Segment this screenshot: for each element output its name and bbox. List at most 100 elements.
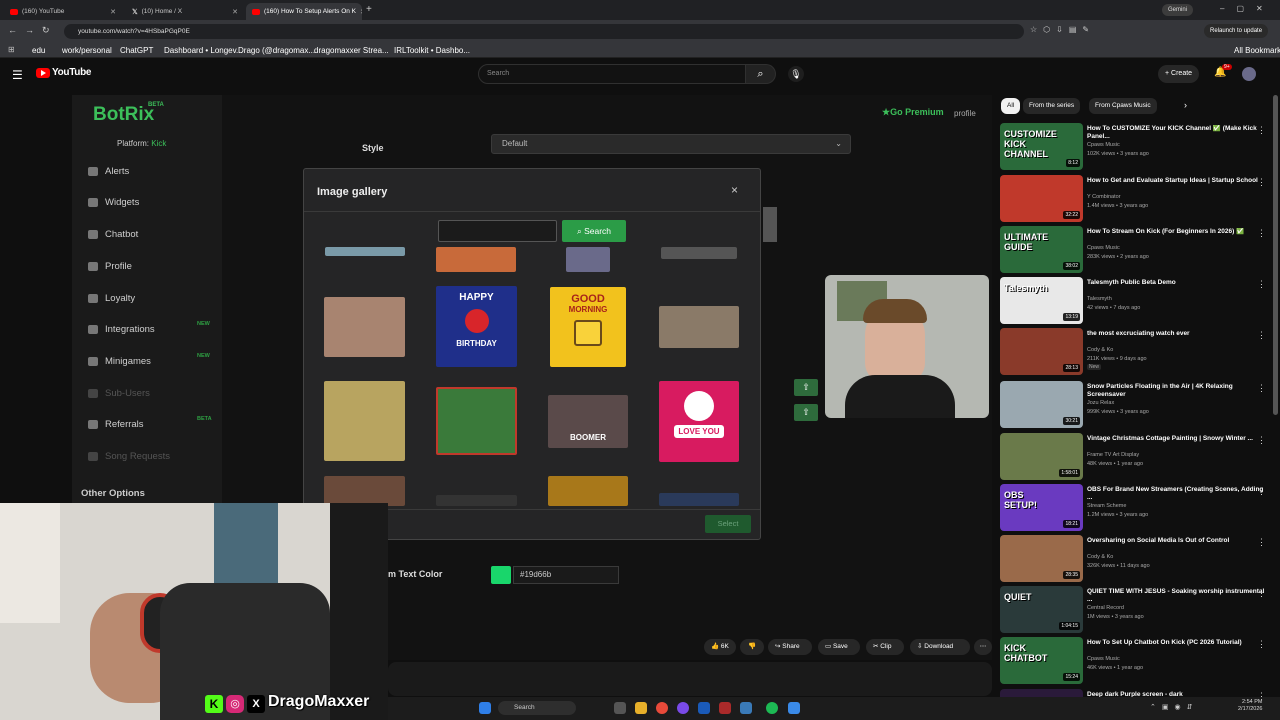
close-icon[interactable]: ×: [731, 183, 738, 197]
close-icon[interactable]: ✕: [232, 8, 238, 16]
all-bookmarks[interactable]: All Bookmarks: [1234, 46, 1280, 55]
dislike-button[interactable]: 👎: [740, 639, 764, 655]
tab-youtube-home[interactable]: (160) YouTube ✕: [4, 3, 122, 20]
video-title[interactable]: QUIET TIME WITH JESUS - Soaking worship …: [1087, 588, 1265, 604]
bookmark-item[interactable]: IRLToolkit • Dashbo...: [394, 46, 470, 55]
more-vert-icon[interactable]: ⋮: [1257, 383, 1266, 394]
app-icon[interactable]: [719, 702, 731, 714]
task-view-icon[interactable]: [614, 702, 626, 714]
sidebar-item-alerts[interactable]: Alerts: [88, 166, 129, 177]
bookmark-item[interactable]: Dashboard • Longev...: [164, 46, 243, 55]
related-video[interactable]: 1:58:01 Vintage Christmas Cottage Paintin…: [1000, 433, 1270, 481]
sidebar-item-widgets[interactable]: Widgets: [88, 197, 139, 208]
channel-name[interactable]: Jozu Relax: [1087, 400, 1114, 406]
gallery-image[interactable]: [324, 297, 405, 357]
description-box[interactable]: [388, 662, 992, 696]
save-button[interactable]: ▭ Save: [818, 639, 860, 655]
more-vert-icon[interactable]: ⋮: [1257, 279, 1266, 290]
spotify-icon[interactable]: [766, 702, 778, 714]
windows-start-icon[interactable]: [479, 702, 491, 714]
chrome-icon[interactable]: [656, 702, 668, 714]
channel-name[interactable]: Cpaws Music: [1087, 245, 1120, 251]
boomer-gif[interactable]: BOOMER: [548, 395, 628, 448]
video-thumbnail[interactable]: OBS SETUP! 18:21: [1000, 484, 1083, 531]
gallery-image[interactable]: [566, 247, 610, 272]
menu-icon[interactable]: ☰: [12, 68, 23, 82]
sidebar-item-integrations[interactable]: Integrations: [88, 324, 155, 335]
more-vert-icon[interactable]: ⋮: [1257, 639, 1266, 650]
video-thumbnail[interactable]: 28:13: [1000, 328, 1083, 375]
search-input[interactable]: Search: [478, 64, 746, 84]
related-video[interactable]: KICK CHATBOT 15:24 How To Set Up Chatbot O…: [1000, 637, 1270, 685]
more-vert-icon[interactable]: ⋮: [1257, 486, 1266, 497]
video-thumbnail[interactable]: 30:21: [1000, 381, 1083, 428]
color-swatch[interactable]: [491, 566, 511, 584]
bookmark-item[interactable]: work/personal: [62, 46, 112, 55]
profile-link[interactable]: profile: [954, 109, 976, 118]
more-vert-icon[interactable]: ⋮: [1257, 588, 1266, 599]
relaunch-button[interactable]: Relaunch to update: [1204, 24, 1269, 38]
chip-from-channel[interactable]: From Cpaws Music: [1089, 98, 1157, 114]
sidebar-item-minigames[interactable]: Minigames: [88, 356, 151, 367]
video-title[interactable]: Vintage Christmas Cottage Painting | Sno…: [1087, 435, 1265, 443]
related-video[interactable]: OBS SETUP! 18:21 OBS For Brand New Streame…: [1000, 484, 1270, 532]
bookmark-item[interactable]: dragomaxxer Strea...: [314, 46, 389, 55]
channel-name[interactable]: Talesmyth: [1087, 296, 1112, 302]
gallery-image[interactable]: [436, 387, 517, 455]
chevron-right-icon[interactable]: ›: [1184, 100, 1187, 110]
video-title[interactable]: How To CUSTOMIZE Your KICK Channel ✅ (Ma…: [1087, 125, 1265, 141]
channel-name[interactable]: Central Record: [1087, 605, 1124, 611]
bookmark-item[interactable]: Drago (@dragomax...: [238, 46, 315, 55]
more-actions-icon[interactable]: ⋯: [974, 639, 992, 655]
gallery-image[interactable]: [436, 495, 517, 506]
related-video[interactable]: 28:13 the most excruciating watch ever Cod…: [1000, 328, 1270, 376]
window-controls[interactable]: –▢✕: [1220, 4, 1275, 13]
sidebar-item-chatbot[interactable]: Chatbot: [88, 229, 138, 240]
video-thumbnail[interactable]: Talesmyth 13:19: [1000, 277, 1083, 324]
app-icon[interactable]: [677, 702, 689, 714]
good-morning-gif[interactable]: GOOD MORNING: [550, 287, 626, 367]
app-icon[interactable]: [740, 702, 752, 714]
video-title[interactable]: How to Get and Evaluate Startup Ideas | …: [1087, 177, 1265, 185]
sidebar-item-song-requests[interactable]: Song Requests: [88, 451, 170, 462]
style-select[interactable]: Default ⌄: [491, 134, 851, 154]
scrollbar[interactable]: [1273, 95, 1278, 415]
upload-button[interactable]: ⇧: [794, 404, 818, 421]
close-icon[interactable]: ✕: [360, 8, 362, 16]
tab-x-home[interactable]: 𝕏 (10) Home / X ✕: [126, 3, 244, 20]
gallery-image[interactable]: [436, 247, 516, 272]
video-thumbnail[interactable]: CUSTOMIZE KICK CHANNEL 8:12: [1000, 123, 1083, 170]
sidebar-item-referrals[interactable]: Referrals: [88, 419, 144, 430]
share-button[interactable]: ↪ Share: [768, 639, 812, 655]
microphone-icon[interactable]: 🎙: [788, 66, 804, 82]
upload-button[interactable]: ⇧: [794, 379, 818, 396]
love-you-gif[interactable]: LOVE YOU: [659, 381, 739, 462]
sidebar-item-profile[interactable]: Profile: [88, 261, 132, 272]
more-vert-icon[interactable]: ⋮: [1257, 330, 1266, 341]
channel-name[interactable]: Y Combinator: [1087, 194, 1121, 200]
gallery-search-button[interactable]: ⌕ Search: [562, 220, 626, 242]
gallery-image[interactable]: [659, 306, 739, 348]
tab-current-video[interactable]: (160) How To Setup Alerts On K ✕: [246, 3, 362, 20]
bookmark-item[interactable]: ChatGPT: [120, 46, 153, 55]
video-title[interactable]: Snow Particles Floating in the Air | 4K …: [1087, 383, 1265, 399]
related-video[interactable]: QUIET 1:04:15 QUIET TIME WITH JESUS - Soak…: [1000, 586, 1270, 634]
more-vert-icon[interactable]: ⋮: [1257, 537, 1266, 548]
channel-name[interactable]: Frame TV Art Display: [1087, 452, 1139, 458]
youtube-logo-text[interactable]: YouTube: [52, 67, 92, 78]
channel-name[interactable]: Stream Scheme: [1087, 503, 1126, 509]
address-bar[interactable]: youtube.com/watch?v=4HSbaPGqP0E: [64, 24, 1024, 39]
channel-name[interactable]: Cpaws Music: [1087, 656, 1120, 662]
chip-from-series[interactable]: From the series: [1023, 98, 1081, 114]
gallery-image[interactable]: [659, 493, 739, 506]
related-video[interactable]: 28:35 Oversharing on Social Media Is Out …: [1000, 535, 1270, 583]
close-icon[interactable]: ✕: [110, 8, 116, 16]
gallery-image[interactable]: [325, 247, 405, 256]
video-title[interactable]: OBS For Brand New Streamers (Creating Sc…: [1087, 486, 1265, 502]
video-thumbnail[interactable]: 1:58:01: [1000, 433, 1083, 480]
toolbar-icons[interactable]: ☆⬡⇩▤✎: [1030, 25, 1095, 34]
video-title[interactable]: How To Stream On Kick (For Beginners In …: [1087, 228, 1265, 236]
file-explorer-icon[interactable]: [635, 702, 647, 714]
happy-birthday-gif[interactable]: HAPPY BIRTHDAY: [436, 286, 517, 367]
channel-name[interactable]: Cody & Ko: [1087, 554, 1113, 560]
